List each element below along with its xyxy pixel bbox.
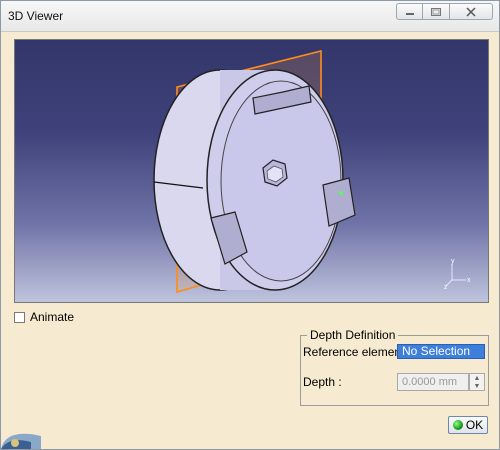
spin-up-icon[interactable]: ▲	[470, 374, 484, 382]
maximize-icon[interactable]	[423, 3, 449, 20]
ok-status-icon	[452, 420, 463, 430]
axis-triad-icon: y x z	[444, 258, 471, 290]
3d-viewport[interactable]: y x z	[14, 39, 489, 303]
depth-definition-group: Depth Definition Reference element : No …	[300, 328, 489, 406]
minimize-icon[interactable]	[396, 3, 423, 20]
svg-text:z: z	[444, 284, 448, 290]
svg-text:x: x	[467, 277, 471, 284]
svg-text:y: y	[451, 258, 455, 265]
3d-model-render	[153, 49, 356, 294]
animate-label: Animate	[30, 310, 75, 324]
depth-spinner[interactable]: ▲ ▼	[469, 373, 485, 391]
3d-viewer-window: 3D Viewer y x z Animate Depth Definition…	[0, 0, 500, 450]
depth-label: Depth :	[303, 375, 342, 389]
tab-right	[322, 177, 356, 227]
ok-label: OK	[465, 418, 484, 432]
window-title: 3D Viewer	[8, 9, 64, 23]
reference-element-label: Reference element :	[303, 345, 412, 359]
group-title: Depth Definition	[307, 328, 399, 342]
title-bar[interactable]: 3D Viewer	[1, 1, 499, 32]
spin-down-icon[interactable]: ▼	[470, 382, 484, 390]
animate-checkbox[interactable]	[14, 311, 25, 323]
close-icon[interactable]	[449, 3, 493, 20]
window-controls	[396, 3, 493, 21]
depth-input[interactable]: 0.0000 mm	[397, 373, 469, 391]
animate-option[interactable]: Animate	[14, 310, 74, 324]
catia-logo-icon	[1, 433, 41, 449]
ok-button[interactable]: OK	[448, 416, 488, 434]
reference-element-field[interactable]: No Selection	[397, 344, 485, 359]
